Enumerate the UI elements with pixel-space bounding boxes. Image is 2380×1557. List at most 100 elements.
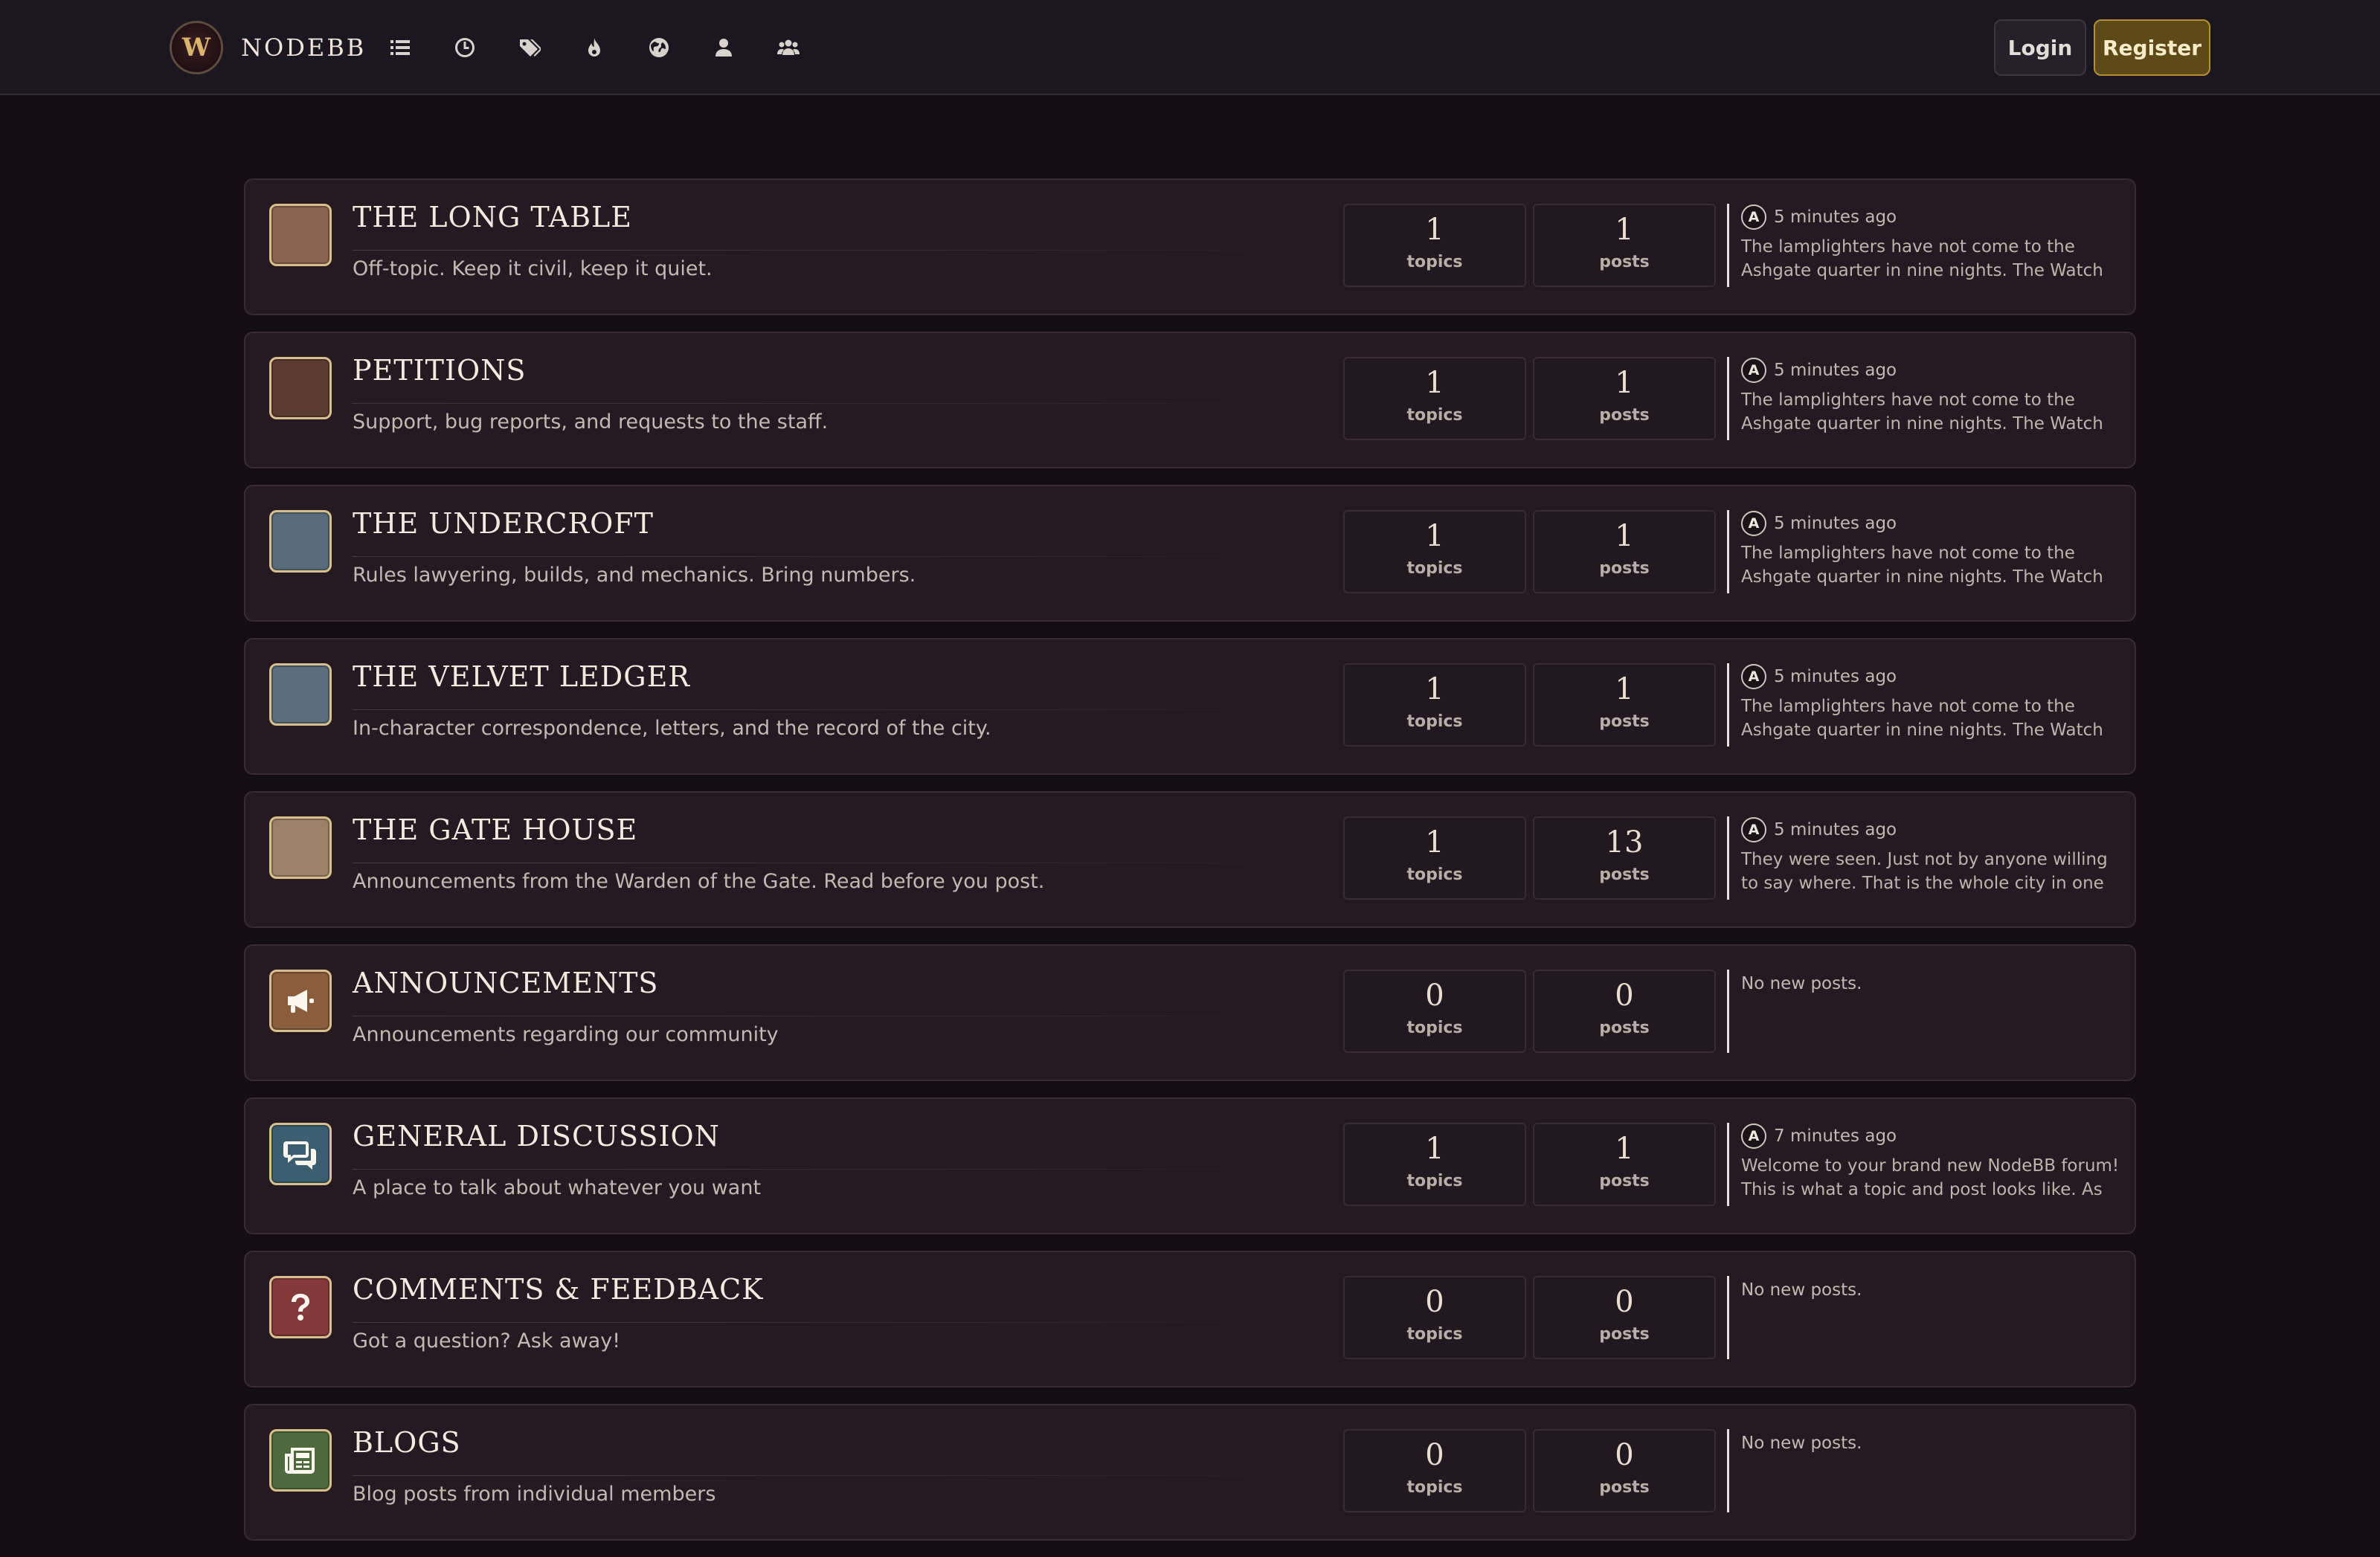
posts-count: 1 posts: [1533, 357, 1716, 440]
register-button[interactable]: Register: [2094, 19, 2210, 76]
category-row[interactable]: THE UNDERCROFT Rules lawyering, builds, a…: [244, 485, 2136, 622]
category-description: Off-topic. Keep it civil, keep it quiet.: [353, 257, 713, 280]
last-post: No new posts.: [1727, 970, 2121, 1053]
user-avatar[interactable]: A: [1741, 817, 1766, 842]
last-post: A 5 minutes ago The lamplighters have not …: [1727, 204, 2121, 287]
brand-link[interactable]: W NODEBB: [170, 21, 366, 74]
title-divider: [353, 1475, 1322, 1476]
category-description: Rules lawyering, builds, and mechanics. …: [353, 564, 916, 587]
topics-count: 1 topics: [1343, 663, 1526, 747]
category-icon[interactable]: [269, 816, 332, 879]
posts-count: 1 posts: [1533, 663, 1716, 747]
newspaper-icon[interactable]: [269, 1429, 332, 1492]
main-nav: [378, 25, 831, 70]
last-post-time[interactable]: 7 minutes ago: [1774, 1126, 1897, 1146]
posts-label: posts: [1599, 1172, 1650, 1190]
comments-icon[interactable]: [269, 1123, 332, 1185]
last-post: No new posts.: [1727, 1429, 2121, 1512]
last-post-teaser[interactable]: The lamplighters have not come to the As…: [1741, 541, 2120, 589]
category-row[interactable]: BLOGS Blog posts from individual members 0…: [244, 1404, 2136, 1541]
tags-icon[interactable]: [507, 25, 552, 70]
category-title[interactable]: ANNOUNCEMENTS: [353, 967, 658, 999]
posts-number: 1: [1615, 672, 1634, 706]
last-post-time[interactable]: 5 minutes ago: [1774, 361, 1897, 380]
recent-icon[interactable]: [443, 25, 487, 70]
last-post-teaser[interactable]: The lamplighters have not come to the As…: [1741, 388, 2120, 436]
title-divider: [353, 1169, 1322, 1170]
topics-count: 1 topics: [1343, 204, 1526, 287]
category-title[interactable]: GENERAL DISCUSSION: [353, 1120, 720, 1153]
last-post-time[interactable]: 5 minutes ago: [1774, 207, 1897, 227]
last-post-time[interactable]: 5 minutes ago: [1774, 820, 1897, 839]
user-avatar[interactable]: A: [1741, 511, 1766, 536]
last-post-teaser[interactable]: The lamplighters have not come to the As…: [1741, 694, 2120, 742]
category-row[interactable]: COMMENTS & FEEDBACK Got a question? Ask a…: [244, 1251, 2136, 1387]
category-icon[interactable]: [269, 357, 332, 419]
title-divider: [353, 1322, 1322, 1323]
category-description: Blog posts from individual members: [353, 1483, 716, 1506]
category-row[interactable]: THE GATE HOUSE Announcements from the War…: [244, 791, 2136, 928]
posts-label: posts: [1599, 865, 1650, 884]
category-row[interactable]: ANNOUNCEMENTS Announcements regarding our…: [244, 944, 2136, 1081]
category-title[interactable]: THE VELVET LEDGER: [353, 660, 690, 693]
category-icon[interactable]: [269, 663, 332, 726]
topics-count: 0 topics: [1343, 1429, 1526, 1512]
category-row[interactable]: THE VELVET LEDGER In-character correspond…: [244, 638, 2136, 775]
categories-icon[interactable]: [378, 25, 422, 70]
category-title[interactable]: THE GATE HOUSE: [353, 813, 637, 846]
last-post: A 7 minutes ago Welcome to your brand new …: [1727, 1123, 2121, 1206]
topics-count: 1 topics: [1343, 816, 1526, 900]
no-posts-text: No new posts.: [1741, 1280, 1862, 1300]
last-post-time[interactable]: 5 minutes ago: [1774, 667, 1897, 686]
category-row[interactable]: THE LONG TABLE Off-topic. Keep it civil, …: [244, 178, 2136, 315]
category-title[interactable]: THE LONG TABLE: [353, 201, 632, 233]
category-row[interactable]: GENERAL DISCUSSION A place to talk about …: [244, 1097, 2136, 1234]
last-post-time[interactable]: 5 minutes ago: [1774, 514, 1897, 533]
topics-number: 1: [1425, 519, 1444, 553]
topics-number: 1: [1425, 1132, 1444, 1166]
topics-number: 0: [1425, 979, 1444, 1013]
user-avatar[interactable]: A: [1741, 358, 1766, 383]
posts-count: 0 posts: [1533, 1276, 1716, 1359]
topics-label: topics: [1406, 1172, 1463, 1190]
posts-label: posts: [1599, 253, 1650, 271]
groups-icon[interactable]: [766, 25, 811, 70]
world-icon[interactable]: [637, 25, 681, 70]
category-title[interactable]: PETITIONS: [353, 354, 526, 387]
category-title[interactable]: THE UNDERCROFT: [353, 507, 654, 540]
category-list: THE LONG TABLE Off-topic. Keep it civil, …: [244, 178, 2136, 1557]
topics-label: topics: [1406, 1019, 1463, 1037]
users-icon[interactable]: [701, 25, 746, 70]
topics-number: 0: [1425, 1285, 1444, 1319]
last-post: No new posts.: [1727, 1276, 2121, 1359]
last-post-teaser[interactable]: The lamplighters have not come to the As…: [1741, 235, 2120, 283]
posts-number: 1: [1615, 213, 1634, 247]
topics-number: 1: [1425, 366, 1444, 400]
category-row[interactable]: PETITIONS Support, bug reports, and reque…: [244, 332, 2136, 468]
navbar: W NODEBB Login Register: [0, 0, 2380, 95]
category-icon[interactable]: [269, 510, 332, 573]
topics-number: 0: [1425, 1438, 1444, 1472]
login-button[interactable]: Login: [1994, 19, 2086, 76]
category-title[interactable]: BLOGS: [353, 1426, 461, 1459]
last-post-teaser[interactable]: They were seen. Just not by anyone willi…: [1741, 848, 2120, 895]
popular-icon[interactable]: [572, 25, 617, 70]
category-description: Support, bug reports, and requests to th…: [353, 410, 829, 433]
posts-count: 13 posts: [1533, 816, 1716, 900]
bullhorn-icon[interactable]: [269, 970, 332, 1032]
category-description: A place to talk about whatever you want: [353, 1176, 762, 1199]
topics-number: 1: [1425, 672, 1444, 706]
posts-label: posts: [1599, 1325, 1650, 1344]
user-avatar[interactable]: A: [1741, 1124, 1766, 1149]
user-avatar[interactable]: A: [1741, 664, 1766, 689]
no-posts-text: No new posts.: [1741, 1434, 1862, 1453]
user-avatar[interactable]: A: [1741, 204, 1766, 230]
last-post-teaser[interactable]: Welcome to your brand new NodeBB forum! …: [1741, 1154, 2120, 1202]
topics-count: 1 topics: [1343, 1123, 1526, 1206]
topics-label: topics: [1406, 1478, 1463, 1497]
question-icon[interactable]: [269, 1276, 332, 1338]
category-icon[interactable]: [269, 204, 332, 266]
category-title[interactable]: COMMENTS & FEEDBACK: [353, 1273, 764, 1306]
title-divider: [353, 403, 1322, 404]
topics-count: 0 topics: [1343, 1276, 1526, 1359]
